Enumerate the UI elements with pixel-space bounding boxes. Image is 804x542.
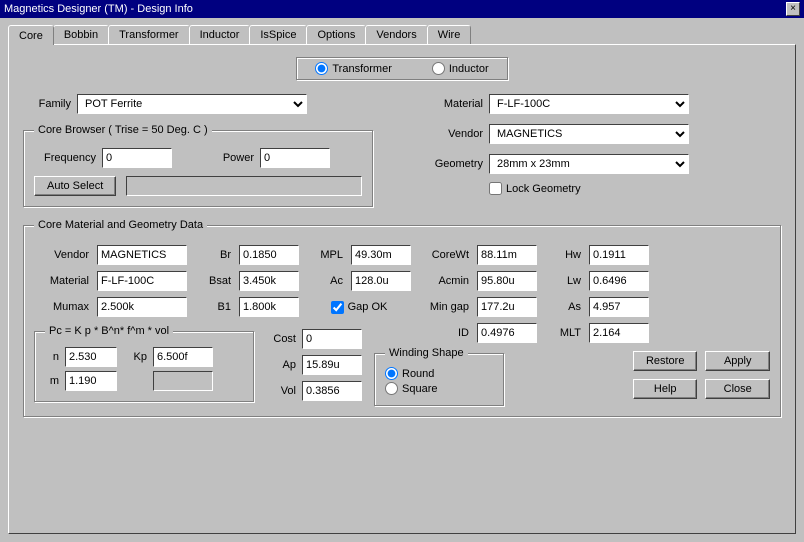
- pc-legend: Pc = K p * B^n* f^m * vol: [45, 325, 173, 337]
- mumax-label: Mumax: [34, 301, 89, 313]
- tab-wire[interactable]: Wire: [427, 25, 472, 45]
- corewt-label: CoreWt: [419, 249, 469, 261]
- acmin-label: Acmin: [419, 275, 469, 287]
- br-label: Br: [195, 249, 231, 261]
- material-top-label: Material: [423, 98, 483, 110]
- lw-label: Lw: [545, 275, 581, 287]
- cost-input[interactable]: [302, 329, 362, 349]
- vol-label: Vol: [266, 385, 296, 397]
- mingap-input[interactable]: [477, 297, 537, 317]
- winding-shape-legend: Winding Shape: [385, 347, 468, 359]
- help-button[interactable]: Help: [633, 379, 698, 399]
- b1-input[interactable]: [239, 297, 299, 317]
- tab-core[interactable]: Core: [8, 25, 54, 45]
- mpl-input[interactable]: [351, 245, 411, 265]
- hw-input[interactable]: [589, 245, 649, 265]
- vendor-top-label: Vendor: [423, 128, 483, 140]
- winding-square-radio[interactable]: Square: [385, 382, 493, 395]
- power-label: Power: [194, 152, 254, 164]
- auto-select-button[interactable]: Auto Select: [34, 176, 116, 196]
- type-transformer-label: Transformer: [332, 63, 392, 75]
- tab-vendors[interactable]: Vendors: [365, 25, 427, 45]
- gap-ok-check[interactable]: Gap OK: [307, 301, 411, 314]
- vendor-label: Vendor: [34, 249, 89, 261]
- mlt-label: MLT: [545, 327, 581, 339]
- vol-input[interactable]: [302, 381, 362, 401]
- pc-group: Pc = K p * B^n* f^m * vol n Kp m: [34, 325, 254, 402]
- type-inductor-radio[interactable]: Inductor: [432, 62, 489, 75]
- tab-transformer[interactable]: Transformer: [108, 25, 190, 45]
- as-label: As: [545, 301, 581, 313]
- ac-input[interactable]: [351, 271, 411, 291]
- lw-input[interactable]: [589, 271, 649, 291]
- ap-input[interactable]: [302, 355, 362, 375]
- power-input[interactable]: [260, 148, 330, 168]
- ap-label: Ap: [266, 359, 296, 371]
- bsat-input[interactable]: [239, 271, 299, 291]
- material-top-select[interactable]: F-LF-100C: [489, 94, 689, 114]
- lock-geometry-check[interactable]: Lock Geometry: [489, 182, 581, 195]
- m-label: m: [45, 375, 59, 387]
- family-label: Family: [23, 98, 71, 110]
- frequency-label: Frequency: [34, 152, 96, 164]
- geometry-label: Geometry: [423, 158, 483, 170]
- ac-label: Ac: [307, 275, 343, 287]
- core-browser-group: Core Browser ( Trise = 50 Deg. C ) Frequ…: [23, 124, 373, 207]
- titlebar: Magnetics Designer (TM) - Design Info ×: [0, 0, 804, 18]
- mpl-label: MPL: [307, 249, 343, 261]
- br-input[interactable]: [239, 245, 299, 265]
- tab-bar: Core Bobbin Transformer Inductor IsSpice…: [8, 25, 796, 45]
- mlt-input[interactable]: [589, 323, 649, 343]
- material-input[interactable]: [97, 271, 187, 291]
- tab-content: Transformer Inductor Family POT Ferrite: [8, 44, 796, 534]
- winding-shape-group: Winding Shape Round Square: [374, 347, 504, 406]
- n-label: n: [45, 351, 59, 363]
- id-input[interactable]: [477, 323, 537, 343]
- apply-button[interactable]: Apply: [705, 351, 770, 371]
- kp-input[interactable]: [153, 347, 213, 367]
- core-data-legend: Core Material and Geometry Data: [34, 219, 207, 231]
- vendor-input[interactable]: [97, 245, 187, 265]
- frequency-input[interactable]: [102, 148, 172, 168]
- window-title: Magnetics Designer (TM) - Design Info: [4, 0, 193, 18]
- lock-geometry-label: Lock Geometry: [506, 183, 581, 195]
- id-label: ID: [419, 327, 469, 339]
- cost-label: Cost: [266, 333, 296, 345]
- hw-label: Hw: [545, 249, 581, 261]
- mumax-input[interactable]: [97, 297, 187, 317]
- close-icon[interactable]: ×: [786, 2, 800, 16]
- bsat-label: Bsat: [195, 275, 231, 287]
- as-input[interactable]: [589, 297, 649, 317]
- mingap-label: Min gap: [419, 301, 469, 313]
- restore-button[interactable]: Restore: [633, 351, 698, 371]
- n-input[interactable]: [65, 347, 117, 367]
- pc-blank: [153, 371, 213, 391]
- material-label: Material: [34, 275, 89, 287]
- m-input[interactable]: [65, 371, 117, 391]
- winding-round-radio[interactable]: Round: [385, 367, 493, 380]
- close-button[interactable]: Close: [705, 379, 770, 399]
- winding-round-label: Round: [402, 368, 434, 380]
- winding-square-label: Square: [402, 383, 437, 395]
- auto-select-status: [126, 176, 362, 196]
- tab-bobbin[interactable]: Bobbin: [53, 25, 109, 45]
- family-select[interactable]: POT Ferrite: [77, 94, 307, 114]
- core-browser-legend: Core Browser ( Trise = 50 Deg. C ): [34, 124, 212, 136]
- tab-options[interactable]: Options: [306, 25, 366, 45]
- gap-ok-label: Gap OK: [348, 301, 388, 313]
- b1-label: B1: [195, 301, 231, 313]
- acmin-input[interactable]: [477, 271, 537, 291]
- type-inductor-label: Inductor: [449, 63, 489, 75]
- type-transformer-radio[interactable]: Transformer: [315, 62, 392, 75]
- kp-label: Kp: [123, 351, 147, 363]
- vendor-top-select[interactable]: MAGNETICS: [489, 124, 689, 144]
- tab-inductor[interactable]: Inductor: [189, 25, 251, 45]
- tab-isspice[interactable]: IsSpice: [249, 25, 307, 45]
- core-data-group: Core Material and Geometry Data Vendor B…: [23, 219, 781, 417]
- corewt-input[interactable]: [477, 245, 537, 265]
- geometry-select[interactable]: 28mm x 23mm: [489, 154, 689, 174]
